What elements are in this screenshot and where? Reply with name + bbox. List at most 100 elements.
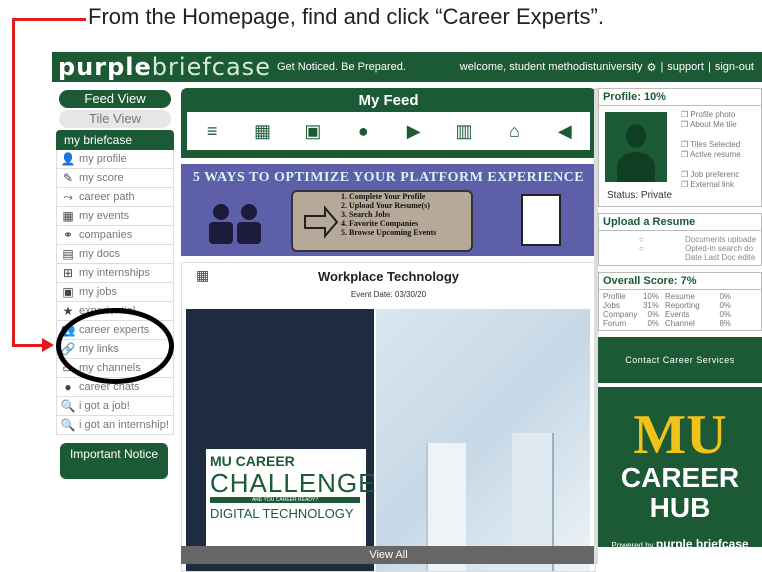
- sidebar-item-icon: ⚭: [62, 228, 74, 242]
- sidebar: Feed View Tile View my briefcase 👤 my pro…: [56, 90, 174, 479]
- sidebar-item-label: i got an internship!: [79, 419, 169, 431]
- checklist-item: ❒ Job preferenc: [681, 170, 740, 179]
- score-cell: Events: [665, 310, 690, 319]
- score-panel: Overall Score: 7% Profile 10% Resume 0% Jobs…: [598, 272, 762, 331]
- feed-filter-icon[interactable]: ▦: [243, 121, 283, 142]
- feed-filter-icon[interactable]: ▶: [394, 121, 434, 142]
- app-logo[interactable]: purplebriefcase: [58, 53, 271, 81]
- tile-view-button[interactable]: Tile View: [59, 110, 171, 128]
- sidebar-item-companies[interactable]: ⚭ companies: [56, 226, 174, 245]
- banner-title: 5 WAYS TO OPTIMIZE YOUR PLATFORM EXPERIE…: [192, 170, 585, 185]
- people-icon: [209, 204, 261, 244]
- arrow-icon: [304, 205, 339, 239]
- signout-link[interactable]: sign-out: [715, 61, 754, 73]
- avatar-body: [617, 152, 655, 182]
- score-row: Company 0% Events 0%: [603, 310, 757, 319]
- score-cell: Forum: [603, 319, 627, 328]
- event-title[interactable]: Workplace Technology: [182, 263, 595, 284]
- score-cell: 0%: [647, 310, 659, 319]
- document-icon: [521, 194, 561, 246]
- profile-title: Profile: 10%: [599, 89, 761, 106]
- banner-step: 5. Browse Upcoming Events: [341, 228, 437, 237]
- annotation-arrow-line: [12, 344, 44, 347]
- gear-icon[interactable]: ⚙: [647, 61, 657, 74]
- score-cell: 10%: [642, 292, 659, 301]
- user-menu: welcome, student methodistuniversity ⚙ |…: [460, 61, 754, 74]
- sidebar-item-career-path[interactable]: ⤳ career path: [56, 188, 174, 207]
- score-cell: 8%: [719, 319, 731, 328]
- feed-filter-icon[interactable]: ◀: [545, 121, 585, 142]
- sidebar-item-my-events[interactable]: ▦ my events: [56, 207, 174, 226]
- score-cell: 0%: [719, 310, 731, 319]
- sidebar-item-label: my jobs: [79, 286, 117, 298]
- digital-tech-text: DIGITAL TECHNOLOGY: [210, 506, 354, 521]
- feed-filter-icon[interactable]: ●: [343, 121, 383, 142]
- avatar-head: [626, 124, 646, 148]
- sidebar-item-label: my events: [79, 210, 130, 222]
- sidebar-item-i-got-an-internship[interactable]: 🔍 i got an internship!: [56, 416, 174, 435]
- annotation-arrow-line: [12, 18, 15, 346]
- profile-panel: Profile: 10% Status: Private ❒ Profile p…: [598, 88, 762, 207]
- steps-list: 1. Complete Your Profile 2. Upload Your R…: [341, 192, 436, 237]
- checklist-item: ❒ Active resume: [681, 150, 741, 159]
- upload-info: Documents uploade Opted-in search do Date …: [685, 235, 756, 262]
- checklist-item: ❒ Profile photo: [681, 110, 736, 119]
- sidebar-item-label: career path: [79, 191, 135, 203]
- sidebar-item-my-score[interactable]: ✎ my score: [56, 169, 174, 188]
- sidebar-item-icon: ✎: [62, 171, 74, 185]
- profile-checklist: ❒ Profile photo ❒ About Me tile ❒ Tiles Se…: [681, 110, 741, 190]
- sidebar-item-label: my internships: [79, 267, 150, 279]
- sidebar-item-my-profile[interactable]: 👤 my profile: [56, 150, 174, 169]
- separator: |: [660, 61, 664, 73]
- sidebar-item-my-jobs[interactable]: ▣ my jobs: [56, 283, 174, 302]
- calendar-icon: ▦: [196, 267, 210, 283]
- checklist-item: ❒ About Me tile: [681, 120, 737, 129]
- career-hub-text: CAREER HUB: [620, 462, 740, 523]
- career-hub-banner[interactable]: MU CAREER HUB Powered by purple briefcas…: [598, 387, 762, 551]
- score-title: Overall Score: 7%: [599, 273, 761, 290]
- platform-banner[interactable]: 5 WAYS TO OPTIMIZE YOUR PLATFORM EXPERIE…: [181, 164, 596, 256]
- sidebar-item-label: my profile: [79, 153, 127, 165]
- event-card[interactable]: ▦ Workplace Technology Event Date: 03/30…: [181, 262, 596, 572]
- contact-career-services-button[interactable]: Contact Career Services: [598, 337, 762, 383]
- score-row: Profile 10% Resume 0%: [603, 292, 757, 301]
- sidebar-item-my-internships[interactable]: ⊞ my internships: [56, 264, 174, 283]
- feed-filter-icon[interactable]: ⌂: [494, 121, 534, 142]
- score-cell: 0%: [719, 292, 731, 301]
- sidebar-item-label: companies: [79, 229, 133, 241]
- feed-filter-icon[interactable]: ▥: [444, 121, 484, 142]
- important-notice-button[interactable]: Important Notice: [60, 443, 168, 479]
- checklist-item: [681, 160, 741, 170]
- view-all-button[interactable]: View All: [181, 546, 596, 564]
- my-feed: My Feed ≡ ▦ ▣ ● ▶ ▥ ⌂ ◀ 5 WAYS TO OPTIMIZE YOUR…: [181, 88, 596, 572]
- annotation-arrow-line: [12, 18, 86, 21]
- powered-by: Powered by purple briefcase: [611, 537, 749, 551]
- mu-logo-text: MU: [633, 404, 727, 466]
- banner-step: 2. Upload Your Resume(s): [341, 201, 430, 210]
- support-link[interactable]: support: [667, 61, 704, 73]
- score-cell: Profile: [603, 292, 626, 301]
- feed-filter-icon[interactable]: ≡: [192, 121, 232, 142]
- sidebar-item-icon: ★: [62, 304, 74, 318]
- feed-filter-icon[interactable]: ▣: [293, 121, 333, 142]
- sidebar-item-icon: 🔍: [60, 418, 76, 432]
- score-cell: 0%: [647, 319, 659, 328]
- sidebar-item-my-docs[interactable]: ▤ my docs: [56, 245, 174, 264]
- avatar[interactable]: [605, 112, 667, 182]
- upload-title[interactable]: Upload a Resume: [599, 214, 761, 231]
- feed-header: My Feed ≡ ▦ ▣ ● ▶ ▥ ⌂ ◀: [181, 88, 596, 158]
- score-cell: Resume: [665, 292, 695, 301]
- score-cell: Jobs: [603, 301, 620, 310]
- banner-step: 3. Search Jobs: [341, 210, 390, 219]
- tagline: Get Noticed. Be Prepared.: [276, 61, 406, 73]
- feed-view-button[interactable]: Feed View: [59, 90, 171, 108]
- sidebar-item-label: my score: [79, 172, 124, 184]
- sidebar-item-label: i got a job!: [79, 400, 130, 412]
- right-column: Profile: 10% Status: Private ❒ Profile p…: [598, 88, 762, 551]
- sidebar-item-i-got-a-job[interactable]: 🔍 i got a job!: [56, 397, 174, 416]
- sidebar-item-icon: 👤: [60, 152, 76, 166]
- challenge-card: MU CAREER CHALLENGE ARE YOU CAREER READY…: [206, 449, 376, 559]
- upload-info-line: Date Last Doc edite: [685, 253, 756, 262]
- banner-step: 1. Complete Your Profile: [341, 192, 426, 201]
- upload-info-line: Opted-in search do: [685, 244, 754, 253]
